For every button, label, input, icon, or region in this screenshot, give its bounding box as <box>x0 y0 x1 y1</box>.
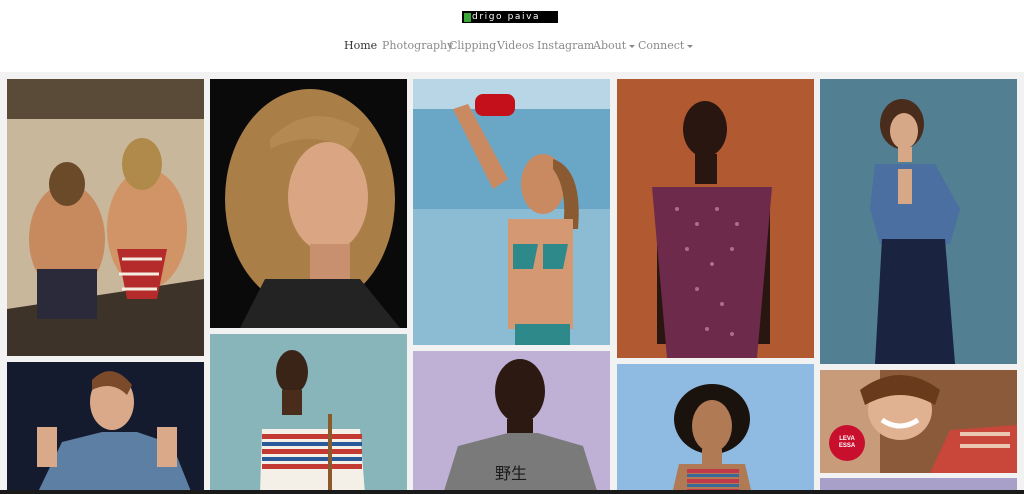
nav-photography[interactable]: Photography <box>382 38 453 54</box>
gallery-photo[interactable] <box>617 364 814 494</box>
photo-two-women-swimsuits <box>7 79 204 356</box>
gallery-photo[interactable] <box>820 79 1017 364</box>
nav-videos[interactable]: Videos <box>497 38 534 54</box>
gallery-photo[interactable] <box>210 334 407 494</box>
photo-smiling-woman-ad <box>820 370 1017 473</box>
gallery-photo[interactable] <box>7 79 204 356</box>
ad-badge: LEVA ESSA <box>838 436 856 449</box>
nav-clipping[interactable]: Clipping <box>449 38 496 54</box>
photo-woman-striped-top <box>210 334 407 494</box>
chevron-down-icon <box>687 44 694 48</box>
photo-woman-curly-hair <box>617 364 814 494</box>
logo-mark-icon <box>464 12 471 22</box>
svg-text:野生: 野生 <box>495 464 527 483</box>
gallery-photo[interactable] <box>7 362 204 494</box>
photo-woman-bikini-water <box>413 79 610 345</box>
gallery-photo[interactable] <box>617 79 814 358</box>
nav-home[interactable]: Home <box>344 38 377 54</box>
gallery-photo[interactable] <box>210 79 407 328</box>
gallery-photo[interactable]: 野生 <box>413 351 610 494</box>
chevron-down-icon <box>629 44 636 48</box>
photo-woman-denim-jacket <box>820 79 1017 364</box>
site-logo[interactable]: drigo paiva <box>462 11 558 23</box>
main-nav: Home Photography Clipping Videos Instagr… <box>0 38 1024 54</box>
gallery-photo[interactable]: LEVA ESSA <box>820 370 1017 473</box>
gallery-photo[interactable] <box>413 79 610 345</box>
photo-woman-denim-dark <box>7 362 204 494</box>
nav-connect[interactable]: Connect <box>638 38 694 54</box>
bottom-divider <box>0 490 1024 494</box>
photo-blonde-woman <box>210 79 407 328</box>
logo-text: drigo paiva <box>472 12 541 22</box>
photo-man-grey-tshirt: 野生 <box>413 351 610 494</box>
photo-woman-purple-dress <box>617 79 814 358</box>
nav-about[interactable]: About <box>593 38 636 54</box>
nav-instagram[interactable]: Instagram <box>537 38 594 54</box>
